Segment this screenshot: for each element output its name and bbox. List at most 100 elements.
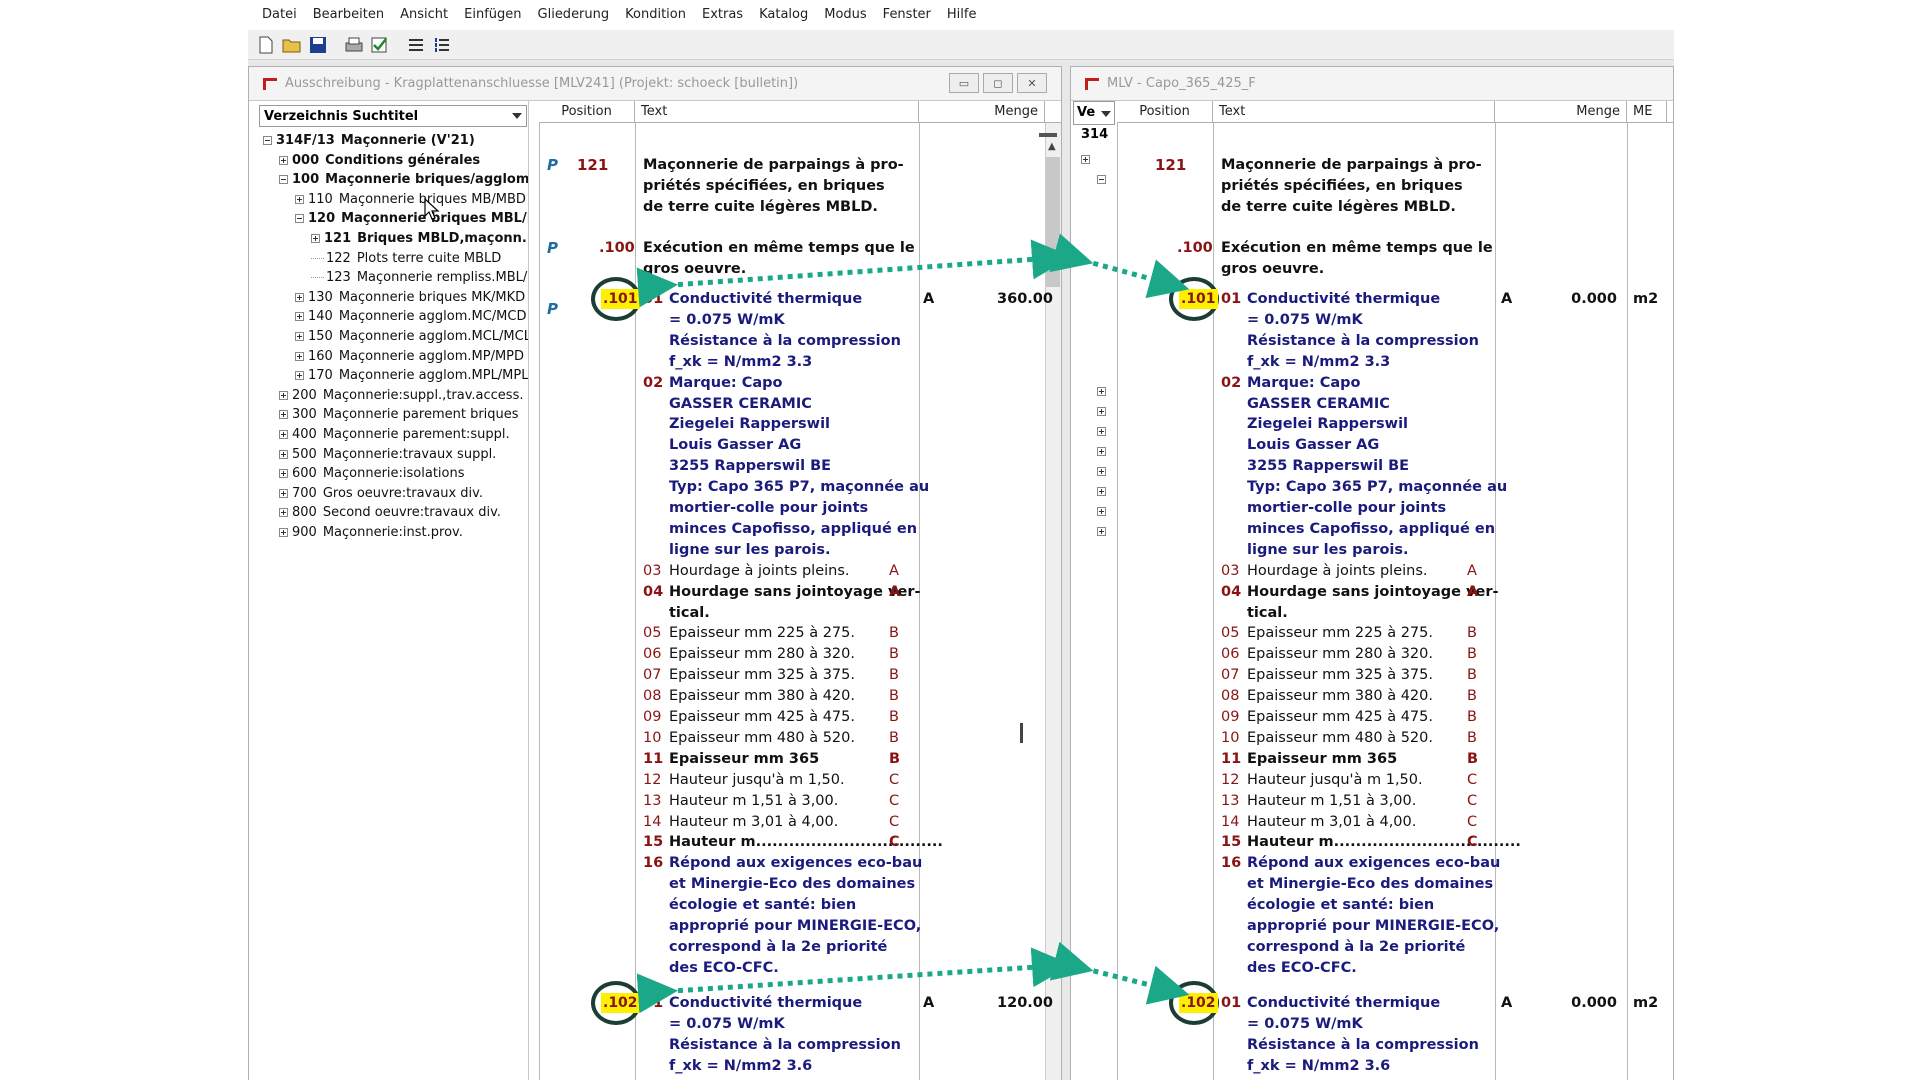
line-code: C	[1467, 771, 1478, 788]
scrollbar-thumb[interactable]	[1046, 157, 1060, 287]
tree-item[interactable]: 170 Maçonnerie agglom.MPL/MPLD	[295, 366, 528, 385]
open-folder-icon[interactable]	[280, 33, 304, 57]
line-text: 3255 Rapperswil BE	[1247, 458, 1410, 475]
position-number-highlighted[interactable]: .101	[601, 289, 640, 309]
right-document-window: MLV - Capo_365_425_F Ve 314 Position Tex…	[1070, 66, 1674, 1080]
new-file-icon[interactable]	[254, 33, 278, 57]
line-code: B	[1467, 667, 1477, 684]
tree-expand-icon[interactable]	[1097, 487, 1106, 496]
expand-icon[interactable]	[295, 292, 304, 302]
tree-item-code: 900	[292, 525, 317, 540]
menu-item-kondition[interactable]: Kondition	[617, 0, 694, 30]
column-me[interactable]: ME	[1627, 101, 1667, 123]
expand-icon[interactable]	[279, 449, 288, 459]
tree-item[interactable]: 150 Maçonnerie agglom.MCL/MCLI	[295, 327, 528, 346]
tree-item[interactable]: 700 Gros oeuvre:travaux div.	[279, 484, 483, 503]
tree-item[interactable]: 130 Maçonnerie briques MK/MKD	[295, 288, 525, 307]
column-position[interactable]: Position	[539, 101, 635, 123]
collapse-icon[interactable]	[295, 214, 304, 224]
menu-item-katalog[interactable]: Katalog	[751, 0, 816, 30]
tree-expand-icon[interactable]	[1097, 387, 1106, 396]
tree-item[interactable]: 314F/13 Maçonnerie (V'21)	[263, 131, 475, 150]
tree-item[interactable]: 160 Maçonnerie agglom.MP/MPD	[295, 347, 524, 366]
tree-item-code: 700	[292, 485, 317, 501]
list-icon[interactable]	[404, 33, 428, 57]
tree-panel: Verzeichnis Suchtitel 314F/13 Maçonnerie …	[257, 101, 529, 1080]
tree-item[interactable]: 123 Maçonnerie rempliss.MBL/M	[311, 268, 528, 287]
expand-icon[interactable]	[279, 488, 288, 498]
tree-item[interactable]: 900 Maçonnerie:inst.prov.	[279, 523, 463, 542]
menu-item-bearbeiten[interactable]: Bearbeiten	[305, 0, 392, 30]
expand-icon[interactable]	[311, 234, 320, 243]
tree-expand-icon[interactable]	[1097, 447, 1106, 456]
minimize-icon[interactable]: ▭	[949, 73, 979, 93]
expand-icon[interactable]	[279, 390, 288, 400]
tree-expand-icon[interactable]	[1097, 175, 1106, 184]
column-menge[interactable]: Menge	[919, 101, 1045, 123]
tree-item[interactable]: 140 Maçonnerie agglom.MC/MCD	[295, 307, 526, 326]
position-number-highlighted[interactable]: .101	[1179, 289, 1218, 309]
check-icon[interactable]	[368, 33, 392, 57]
tree-item[interactable]: 500 Maçonnerie:travaux suppl.	[279, 445, 496, 464]
expand-icon[interactable]	[295, 194, 304, 204]
collapse-icon[interactable]	[279, 175, 288, 185]
menu-item-datei[interactable]: Datei	[254, 0, 305, 30]
right-dropdown[interactable]: Ve	[1073, 101, 1115, 125]
tree-item[interactable]: 000 Conditions générales	[279, 151, 480, 170]
position-number-highlighted[interactable]: .102	[1179, 993, 1218, 1013]
save-icon[interactable]	[306, 33, 330, 57]
expand-icon[interactable]	[279, 469, 288, 479]
expand-icon[interactable]	[279, 508, 288, 518]
menu-item-ansicht[interactable]: Ansicht	[392, 0, 456, 30]
line-code: B	[889, 688, 899, 705]
expand-icon[interactable]	[279, 528, 288, 537]
maximize-icon[interactable]: ◻	[983, 73, 1013, 93]
tree-item[interactable]: 600 Maçonnerie:isolations	[279, 464, 465, 483]
tree-item[interactable]: 121 Briques MBLD,maçonn.par	[311, 229, 528, 248]
directory-dropdown[interactable]: Verzeichnis Suchtitel	[259, 105, 527, 127]
tree-expand-icon[interactable]	[1097, 507, 1106, 516]
tree-item[interactable]: 300 Maçonnerie parement briques	[279, 405, 519, 424]
numbered-list-icon[interactable]	[430, 33, 454, 57]
line-number: 12	[1221, 771, 1240, 788]
menu-item-fenster[interactable]: Fenster	[875, 0, 939, 30]
tree-expand-icon[interactable]	[1097, 527, 1106, 536]
tree-item[interactable]: 400 Maçonnerie parement:suppl.	[279, 425, 510, 444]
tree-item[interactable]: 120Maçonnerie briques MBL/MBI	[295, 209, 528, 228]
tree-expand-icon[interactable]	[1097, 407, 1106, 416]
right-tree-root[interactable]: 314	[1081, 127, 1108, 142]
expand-icon[interactable]	[279, 410, 288, 420]
line-text: minces Capofisso, appliqué en	[1247, 520, 1496, 537]
expand-icon[interactable]	[279, 155, 288, 165]
tree-item[interactable]: 100 Maçonnerie briques/agglomérés	[279, 170, 528, 189]
menu-item-modus[interactable]: Modus	[816, 0, 874, 30]
tree-item[interactable]: 200 Maçonnerie:suppl.,trav.access.	[279, 386, 523, 405]
column-text[interactable]: Text	[635, 101, 919, 123]
menu-item-hilfe[interactable]: Hilfe	[939, 0, 985, 30]
scroll-up-icon[interactable]: ▲	[1048, 141, 1056, 152]
tree-item[interactable]: 800 Second oeuvre:travaux div.	[279, 503, 501, 522]
column-text[interactable]: Text	[1213, 101, 1495, 123]
position-number-highlighted[interactable]: .102	[601, 993, 640, 1013]
print-icon[interactable]	[342, 33, 366, 57]
tree-expand-icon[interactable]	[1097, 467, 1106, 476]
line-code: B	[1467, 729, 1477, 746]
expand-icon[interactable]	[295, 351, 304, 361]
tree-item-code: 150	[308, 329, 333, 344]
expand-icon[interactable]	[279, 430, 288, 439]
line-text: écologie et santé: bien	[1247, 897, 1435, 914]
menu-item-einfügen[interactable]: Einfügen	[456, 0, 529, 30]
tree-expand-icon[interactable]	[1097, 427, 1106, 436]
menu-item-extras[interactable]: Extras	[694, 0, 751, 30]
close-icon[interactable]: ✕	[1017, 73, 1047, 93]
tree-item[interactable]: 110 Maçonnerie briques MB/MBD	[295, 190, 526, 209]
column-position[interactable]: Position	[1117, 101, 1213, 123]
menu-item-gliederung[interactable]: Gliederung	[530, 0, 618, 30]
expand-icon[interactable]	[295, 371, 304, 381]
tree-item[interactable]: 122 Plots terre cuite MBLD	[311, 249, 501, 268]
collapse-icon[interactable]	[263, 136, 272, 145]
tree-expand-icon[interactable]	[1081, 155, 1090, 164]
column-menge[interactable]: Menge	[1495, 101, 1627, 123]
expand-icon[interactable]	[295, 332, 304, 341]
expand-icon[interactable]	[295, 312, 304, 322]
